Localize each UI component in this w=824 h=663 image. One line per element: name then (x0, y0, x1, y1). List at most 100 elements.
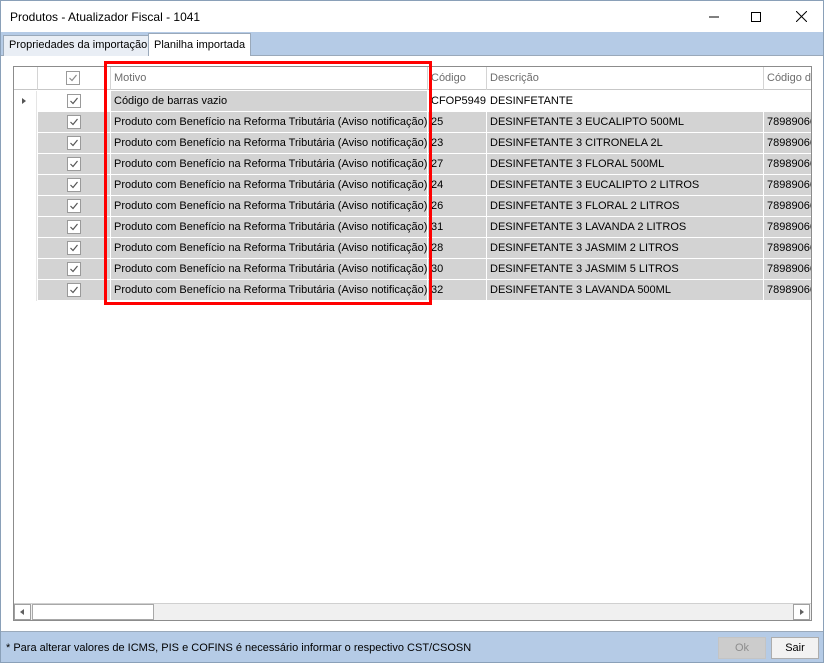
tab-propriedades-importacao[interactable]: Propriedades da importação (3, 35, 149, 56)
cell-codigo[interactable]: 24 (428, 175, 487, 196)
row-header[interactable] (14, 112, 37, 133)
row-checkbox[interactable] (67, 241, 81, 255)
cell-check (38, 238, 111, 259)
cell-descricao[interactable]: DESINFETANTE 3 JASMIM 5 LITROS (487, 259, 764, 280)
row-checkbox[interactable] (67, 136, 81, 150)
cell-codigo-de[interactable]: 78989066 (764, 280, 811, 301)
row-header[interactable] (14, 280, 37, 301)
cell-motivo[interactable]: Produto com Benefício na Reforma Tributá… (111, 259, 428, 280)
cell-motivo[interactable]: Produto com Benefício na Reforma Tributá… (111, 133, 428, 154)
column-header-check[interactable] (38, 67, 111, 90)
row-checkbox[interactable] (67, 157, 81, 171)
horizontal-scrollbar[interactable] (14, 603, 811, 620)
cell-codigo[interactable]: 31 (428, 217, 487, 238)
table-row[interactable]: Produto com Benefício na Reforma Tributá… (14, 280, 811, 301)
ok-button[interactable]: Ok (718, 637, 766, 659)
column-header-codigo-de[interactable]: Código de (764, 67, 811, 90)
cell-motivo[interactable]: Produto com Benefício na Reforma Tributá… (111, 196, 428, 217)
column-header-descricao[interactable]: Descrição (487, 67, 764, 90)
cell-descricao[interactable]: DESINFETANTE 3 FLORAL 500ML (487, 154, 764, 175)
cell-descricao[interactable]: DESINFETANTE 3 FLORAL 2 LITROS (487, 196, 764, 217)
cell-motivo[interactable]: Produto com Benefício na Reforma Tributá… (111, 238, 428, 259)
cell-motivo[interactable]: Produto com Benefício na Reforma Tributá… (111, 112, 428, 133)
cell-descricao[interactable]: DESINFETANTE 3 EUCALIPTO 500ML (487, 112, 764, 133)
check-icon (70, 202, 78, 210)
row-checkbox[interactable] (67, 178, 81, 192)
cell-codigo-de[interactable]: 78989066 (764, 133, 811, 154)
row-checkbox[interactable] (67, 115, 81, 129)
cell-codigo[interactable]: 28 (428, 238, 487, 259)
cell-check (38, 154, 111, 175)
cell-codigo[interactable]: CFOP5949 (428, 91, 487, 112)
row-header[interactable] (14, 259, 37, 280)
table-row[interactable]: Produto com Benefício na Reforma Tributá… (14, 196, 811, 217)
cell-motivo[interactable]: Produto com Benefício na Reforma Tributá… (111, 217, 428, 238)
cell-codigo-de[interactable]: 78989066 (764, 238, 811, 259)
cell-check (38, 259, 111, 280)
table-row[interactable]: Produto com Benefício na Reforma Tributá… (14, 217, 811, 238)
table-row[interactable]: Produto com Benefício na Reforma Tributá… (14, 259, 811, 280)
cell-descricao[interactable]: DESINFETANTE 3 JASMIM 2 LITROS (487, 238, 764, 259)
row-checkbox[interactable] (67, 199, 81, 213)
exit-button[interactable]: Sair (771, 637, 819, 659)
cell-descricao[interactable]: DESINFETANTE 3 EUCALIPTO 2 LITROS (487, 175, 764, 196)
maximize-button[interactable] (733, 1, 779, 32)
table-row[interactable]: Produto com Benefício na Reforma Tributá… (14, 238, 811, 259)
cell-codigo-de[interactable]: 78989066 (764, 175, 811, 196)
row-header[interactable] (14, 217, 37, 238)
row-header[interactable] (14, 175, 37, 196)
table-row[interactable]: Produto com Benefício na Reforma Tributá… (14, 175, 811, 196)
row-checkbox[interactable] (67, 262, 81, 276)
cell-codigo[interactable]: 26 (428, 196, 487, 217)
check-icon (70, 223, 78, 231)
cell-codigo-de[interactable]: 78989066 (764, 217, 811, 238)
row-checkbox[interactable] (67, 94, 81, 108)
tab-planilha-importada[interactable]: Planilha importada (148, 33, 251, 57)
cell-codigo-de[interactable]: 78989066 (764, 196, 811, 217)
row-header[interactable] (14, 196, 37, 217)
column-header-codigo[interactable]: Código (428, 67, 487, 90)
cell-codigo[interactable]: 30 (428, 259, 487, 280)
cell-codigo[interactable]: 23 (428, 133, 487, 154)
check-icon (70, 265, 78, 273)
column-header-motivo[interactable]: Motivo (111, 67, 428, 90)
row-checkbox[interactable] (67, 283, 81, 297)
cell-codigo[interactable]: 25 (428, 112, 487, 133)
cell-codigo-de[interactable]: 78989066 (764, 259, 811, 280)
cell-descricao[interactable]: DESINFETANTE 3 LAVANDA 2 LITROS (487, 217, 764, 238)
row-checkbox[interactable] (67, 220, 81, 234)
table-row[interactable]: Produto com Benefício na Reforma Tributá… (14, 154, 811, 175)
cell-motivo[interactable]: Produto com Benefício na Reforma Tributá… (111, 280, 428, 301)
current-row-arrow-icon (22, 98, 26, 104)
cell-descricao[interactable]: DESINFETANTE 3 LAVANDA 500ML (487, 280, 764, 301)
maximize-icon (751, 11, 761, 22)
minimize-button[interactable] (691, 1, 737, 32)
cell-motivo[interactable]: Produto com Benefício na Reforma Tributá… (111, 154, 428, 175)
cell-check (38, 112, 111, 133)
row-header[interactable] (14, 91, 37, 112)
cell-codigo-de[interactable]: 78989066 (764, 154, 811, 175)
cell-codigo[interactable]: 32 (428, 280, 487, 301)
check-icon (70, 139, 78, 147)
row-header[interactable] (14, 238, 37, 259)
cell-codigo-de[interactable] (764, 91, 811, 112)
scroll-right-button[interactable] (793, 604, 810, 620)
cell-codigo-de[interactable]: 78989066 (764, 112, 811, 133)
cell-codigo[interactable]: 27 (428, 154, 487, 175)
cell-check (38, 280, 111, 301)
row-header[interactable] (14, 133, 37, 154)
scroll-left-button[interactable] (14, 604, 31, 620)
cell-motivo[interactable]: Produto com Benefício na Reforma Tributá… (111, 175, 428, 196)
close-button[interactable] (778, 1, 823, 32)
scroll-thumb[interactable] (32, 604, 154, 620)
cell-check (38, 91, 111, 112)
cell-motivo[interactable]: Código de barras vazio (111, 91, 428, 112)
cell-descricao[interactable]: DESINFETANTE 3 CITRONELA 2L (487, 133, 764, 154)
table-row[interactable]: Código de barras vazio CFOP5949 DESINFETAN… (14, 91, 811, 112)
cell-descricao[interactable]: DESINFETANTE (487, 91, 764, 112)
row-header[interactable] (14, 154, 37, 175)
row-header-corner (14, 67, 38, 90)
table-row[interactable]: Produto com Benefício na Reforma Tributá… (14, 133, 811, 154)
select-all-checkbox[interactable] (66, 71, 80, 85)
table-row[interactable]: Produto com Benefício na Reforma Tributá… (14, 112, 811, 133)
